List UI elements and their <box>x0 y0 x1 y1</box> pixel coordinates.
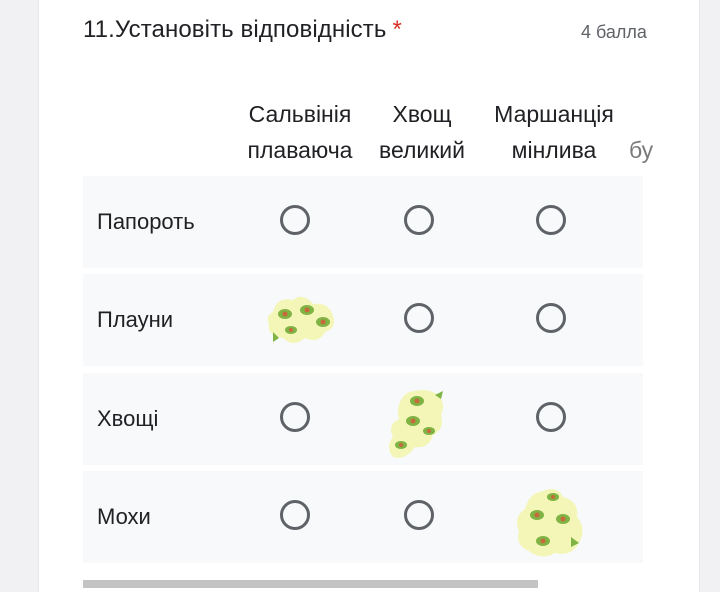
radio-khvoshchi-salvinia[interactable] <box>280 402 310 432</box>
column-header-salvinia: Сальвінія плаваюча <box>247 101 353 163</box>
column-header-khvoshch: Хвощ великий <box>378 101 465 163</box>
radio-mokhy-salvinia[interactable] <box>280 500 310 530</box>
question-title: 11.Установіть відповідність <box>83 16 387 43</box>
avocado-sticker-icon[interactable] <box>383 387 453 467</box>
column-header-marshantsiia: Маршанція мінлива <box>494 101 614 163</box>
grid-row-plauny: Плауни <box>83 274 643 366</box>
grid-row-paporot: Папороть <box>83 176 643 268</box>
grid-row-khvoshchi: Хвощі <box>83 373 643 465</box>
grid-row-mokhy: Мохи <box>83 471 643 563</box>
column-header-partial: бу <box>629 137 654 163</box>
question-title-row: 11.Установіть відповідність * <box>83 16 402 44</box>
column-header-clipped: бу <box>629 96 659 176</box>
row-label: Мохи <box>97 504 151 529</box>
horizontal-scrollbar[interactable] <box>83 580 538 588</box>
row-label: Плауни <box>97 307 174 332</box>
required-asterisk: * <box>392 16 402 43</box>
radio-mokhy-khvoshch[interactable] <box>404 500 434 530</box>
points-label: 4 балла <box>581 22 647 42</box>
avocado-sticker-icon[interactable] <box>263 292 343 352</box>
question-card: 11.Установіть відповідність * 4 балла Сал… <box>38 0 700 592</box>
radio-paporot-khvoshch[interactable] <box>404 205 434 235</box>
radio-plauny-marshantsiia[interactable] <box>536 303 566 333</box>
radio-khvoshchi-marshantsiia[interactable] <box>536 402 566 432</box>
avocado-sticker-icon[interactable] <box>513 485 587 561</box>
radio-plauny-khvoshch[interactable] <box>404 303 434 333</box>
radio-paporot-marshantsiia[interactable] <box>536 205 566 235</box>
row-label: Хвощі <box>97 406 159 431</box>
radio-paporot-salvinia[interactable] <box>280 205 310 235</box>
row-label: Папороть <box>97 209 195 234</box>
